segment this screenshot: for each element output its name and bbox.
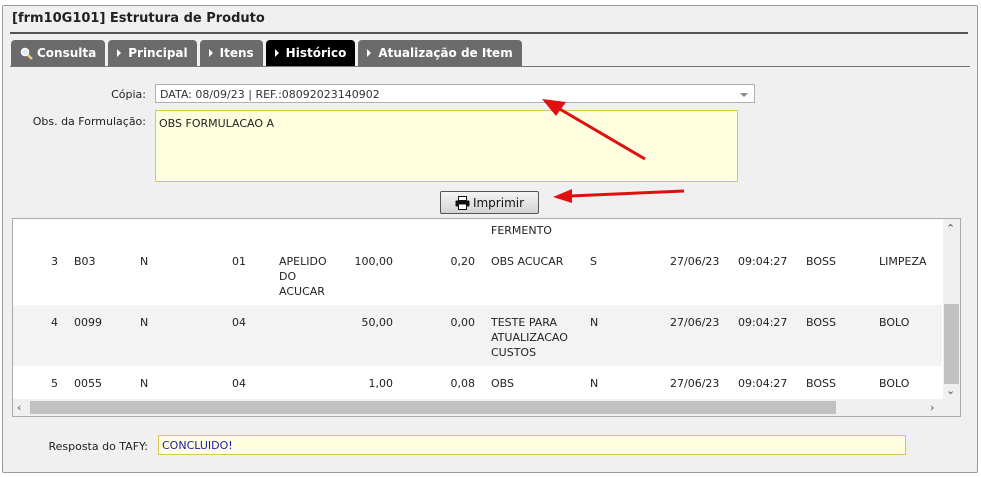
tab-historico-label: Histórico	[285, 46, 347, 60]
user-cell: BOSS	[806, 255, 836, 268]
chevron-right-icon[interactable]: ›	[930, 402, 934, 413]
obs-cell: TESTE PARA ATUALIZACAO CUSTOS	[491, 315, 568, 360]
obs-cell: FERMENTO	[491, 224, 552, 237]
status-cell: N	[590, 316, 599, 329]
obs-formulacao-textarea[interactable]: OBS FORMULACAO A	[155, 110, 738, 182]
resposta-label: Resposta do TAFY:	[48, 440, 148, 453]
horizontal-scrollbar[interactable]: ‹ ›	[13, 399, 960, 416]
table-row[interactable]: 4 0099 N 04 50,00 0,00 TESTE PARA ATUALI…	[13, 305, 942, 366]
copia-label: Cópia:	[111, 88, 146, 101]
history-grid[interactable]: FERMENTO 3 B03 N 01 APELIDO DO ACUCAR 10…	[12, 218, 961, 417]
tab-itens[interactable]: Itens	[199, 40, 263, 66]
seq-cell: 4	[51, 316, 58, 329]
copia-select-value: DATA: 08/09/23 | REF.:08092023140902	[160, 88, 380, 101]
printer-icon	[455, 195, 470, 210]
print-button[interactable]: Imprimir	[440, 191, 539, 214]
print-button-label: Imprimir	[472, 195, 525, 210]
value-cell: 0,00	[450, 316, 476, 329]
obs-cell: OBS	[491, 376, 514, 391]
code-cell: B03	[74, 255, 96, 268]
obs-cell: OBS ACUCAR	[491, 254, 563, 269]
chevron-up-icon[interactable]: ⌃	[946, 223, 955, 234]
user-cell: BOSS	[806, 377, 836, 390]
window-title: [frm10G101] Estrutura de Produto	[12, 11, 265, 26]
tab-consulta[interactable]: Consulta	[11, 40, 106, 66]
resposta-field[interactable]: CONCLUIDO!	[158, 435, 906, 455]
tab-historico[interactable]: Histórico	[265, 40, 356, 66]
qty-cell: 100,00	[354, 255, 394, 268]
obs-line: OBS ACUCAR	[491, 255, 564, 268]
qty-cell: 1,00	[368, 377, 394, 390]
tab-principal-label: Principal	[128, 46, 188, 60]
obs-line: TESTE PARA	[491, 316, 557, 329]
flag-cell: N	[140, 377, 149, 390]
caret-right-icon	[274, 49, 279, 57]
time-cell: 09:04:27	[738, 377, 788, 390]
tab-consulta-label: Consulta	[37, 46, 97, 60]
code-cell: 0099	[74, 316, 102, 329]
search-icon	[20, 47, 33, 60]
obs-line: ATUALIZACAO	[491, 331, 568, 344]
obs-line: CUSTOS	[491, 346, 537, 359]
chevron-left-icon[interactable]: ‹	[17, 402, 21, 413]
status-cell: N	[590, 377, 599, 390]
table-row[interactable]: 3 B03 N 01 APELIDO DO ACUCAR 100,00 0,20…	[13, 244, 942, 305]
flag-cell: N	[140, 255, 149, 268]
group-cell: 01	[232, 255, 246, 268]
table-row-partial[interactable]: FERMENTO	[13, 219, 942, 244]
seq-cell: 5	[51, 377, 58, 390]
group-cell: 04	[232, 377, 246, 390]
tab-itens-label: Itens	[219, 46, 254, 60]
value-cell: 0,20	[450, 255, 476, 268]
date-cell: 27/06/23	[670, 255, 720, 268]
tab-principal[interactable]: Principal	[108, 40, 197, 66]
chevron-down-icon	[740, 93, 748, 97]
vertical-scroll-thumb[interactable]	[944, 304, 959, 384]
tab-divider	[10, 66, 970, 67]
apelido-line: ACUCAR	[279, 285, 325, 298]
caret-right-icon	[117, 49, 122, 57]
copia-select[interactable]: DATA: 08/09/23 | REF.:08092023140902	[155, 84, 755, 103]
group-cell: 04	[232, 316, 246, 329]
category-cell: BOLO	[879, 316, 910, 329]
tab-bar: Consulta Principal Itens Histórico Atual…	[11, 40, 525, 67]
seq-cell: 3	[51, 255, 58, 268]
history-table: FERMENTO 3 B03 N 01 APELIDO DO ACUCAR 10…	[13, 219, 942, 406]
category-cell: BOLO	[879, 377, 910, 390]
value-cell: 0,08	[450, 377, 476, 390]
apelido-cell: APELIDO DO ACUCAR	[279, 254, 327, 299]
tab-atualizacao-item-label: Atualização de Item	[378, 46, 513, 60]
date-cell: 27/06/23	[670, 316, 720, 329]
apelido-line: DO	[279, 270, 297, 283]
apelido-line: APELIDO	[279, 255, 327, 268]
caret-right-icon	[208, 49, 213, 57]
horizontal-scroll-thumb[interactable]	[30, 401, 836, 414]
obs-line: OBS	[491, 377, 514, 390]
code-cell: 0055	[74, 377, 102, 390]
flag-cell: N	[140, 316, 149, 329]
obs-label: Obs. da Formulação:	[32, 115, 146, 128]
status-cell: S	[590, 255, 597, 268]
caret-right-icon	[367, 49, 372, 57]
date-cell: 27/06/23	[670, 377, 720, 390]
time-cell: 09:04:27	[738, 316, 788, 329]
category-cell: LIMPEZA	[879, 255, 927, 268]
qty-cell: 50,00	[361, 316, 394, 329]
time-cell: 09:04:27	[738, 255, 788, 268]
user-cell: BOSS	[806, 316, 836, 329]
title-divider	[10, 32, 968, 34]
chevron-down-icon[interactable]: ⌄	[946, 385, 955, 396]
tab-atualizacao-item[interactable]: Atualização de Item	[358, 40, 522, 66]
vertical-scrollbar[interactable]: ⌃ ⌄	[943, 219, 960, 401]
